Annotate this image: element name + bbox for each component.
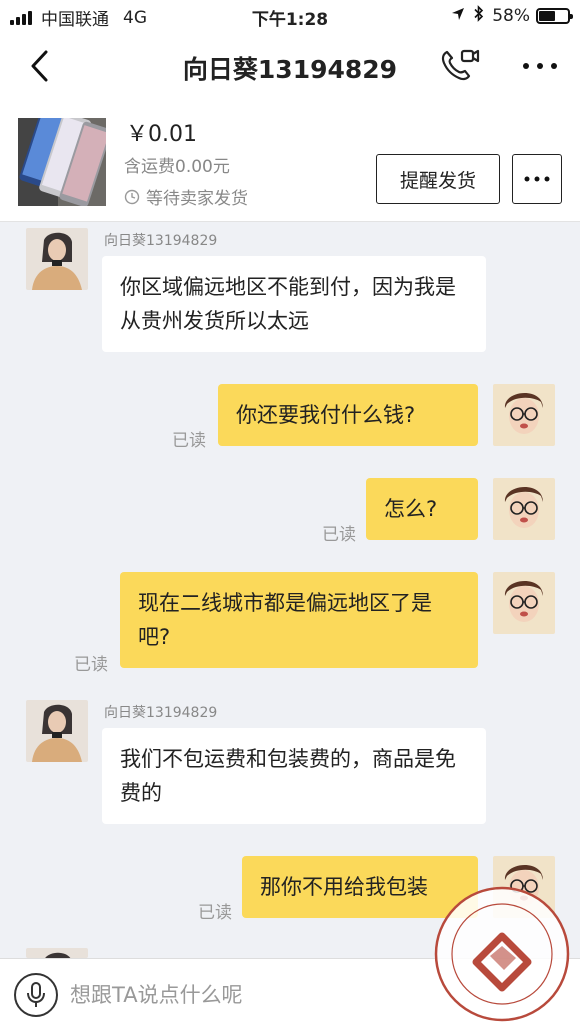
message-bubble-outgoing[interactable]: 怎么? (366, 478, 478, 540)
message-bubble-outgoing[interactable]: 你还要我付什么钱? (218, 384, 478, 446)
product-thumbnail[interactable] (18, 118, 106, 206)
remind-ship-button[interactable]: 提醒发货 (376, 154, 500, 204)
sender-name: 向日葵13194829 (104, 705, 218, 721)
avatar[interactable] (26, 228, 88, 290)
clock-icon (124, 189, 140, 204)
order-price: ￥0.01 (126, 122, 197, 147)
read-receipt: 已读 (322, 525, 356, 545)
video-call-button[interactable] (438, 46, 482, 86)
message-bubble-outgoing[interactable]: 那你不用给我包装 (242, 856, 478, 918)
microphone-icon (27, 982, 45, 1007)
order-status: 等待卖家发货 (124, 184, 248, 209)
my-avatar[interactable] (493, 572, 555, 634)
message-bubble-incoming[interactable]: 我们不包运费和包装费的，商品是免费的 (102, 728, 486, 824)
more-dots-icon (523, 63, 557, 69)
voice-input-button[interactable] (14, 973, 58, 1017)
more-options-button[interactable] (518, 46, 562, 86)
location-icon (451, 6, 465, 25)
battery-percent: 58% (492, 5, 530, 26)
shipping-fee: 含运费0.00元 (124, 157, 230, 177)
message-bubble-incoming[interactable]: 你区域偏远地区不能到付，因为我是从贵州发货所以太远 (102, 256, 486, 352)
my-avatar[interactable] (493, 478, 555, 540)
read-receipt: 已读 (74, 655, 108, 675)
my-avatar[interactable] (493, 384, 555, 446)
order-more-button[interactable] (512, 154, 562, 204)
my-avatar[interactable] (493, 856, 555, 918)
message-input[interactable] (70, 975, 410, 1015)
video-call-icon (441, 49, 480, 81)
status-bar: 中国联通 4G 下午1:28 58% (0, 0, 580, 32)
bluetooth-icon (473, 5, 484, 26)
read-receipt: 已读 (198, 903, 232, 923)
read-receipt: 已读 (172, 431, 206, 451)
order-status-text: 等待卖家发货 (146, 189, 248, 209)
message-bubble-outgoing[interactable]: 现在二线城市都是偏远地区了是吧? (120, 572, 478, 668)
page-title: 向日葵13194829 (182, 55, 398, 84)
avatar[interactable] (26, 948, 88, 958)
message-input-bar (0, 958, 580, 1032)
order-card: ￥0.01 含运费0.00元 等待卖家发货 提醒发货 (0, 102, 580, 222)
sender-name: 向日葵13194829 (104, 233, 218, 249)
chat-header: 向日葵13194829 (0, 32, 580, 102)
more-dots-icon (524, 176, 550, 182)
battery-icon (536, 7, 573, 24)
avatar[interactable] (26, 700, 88, 762)
